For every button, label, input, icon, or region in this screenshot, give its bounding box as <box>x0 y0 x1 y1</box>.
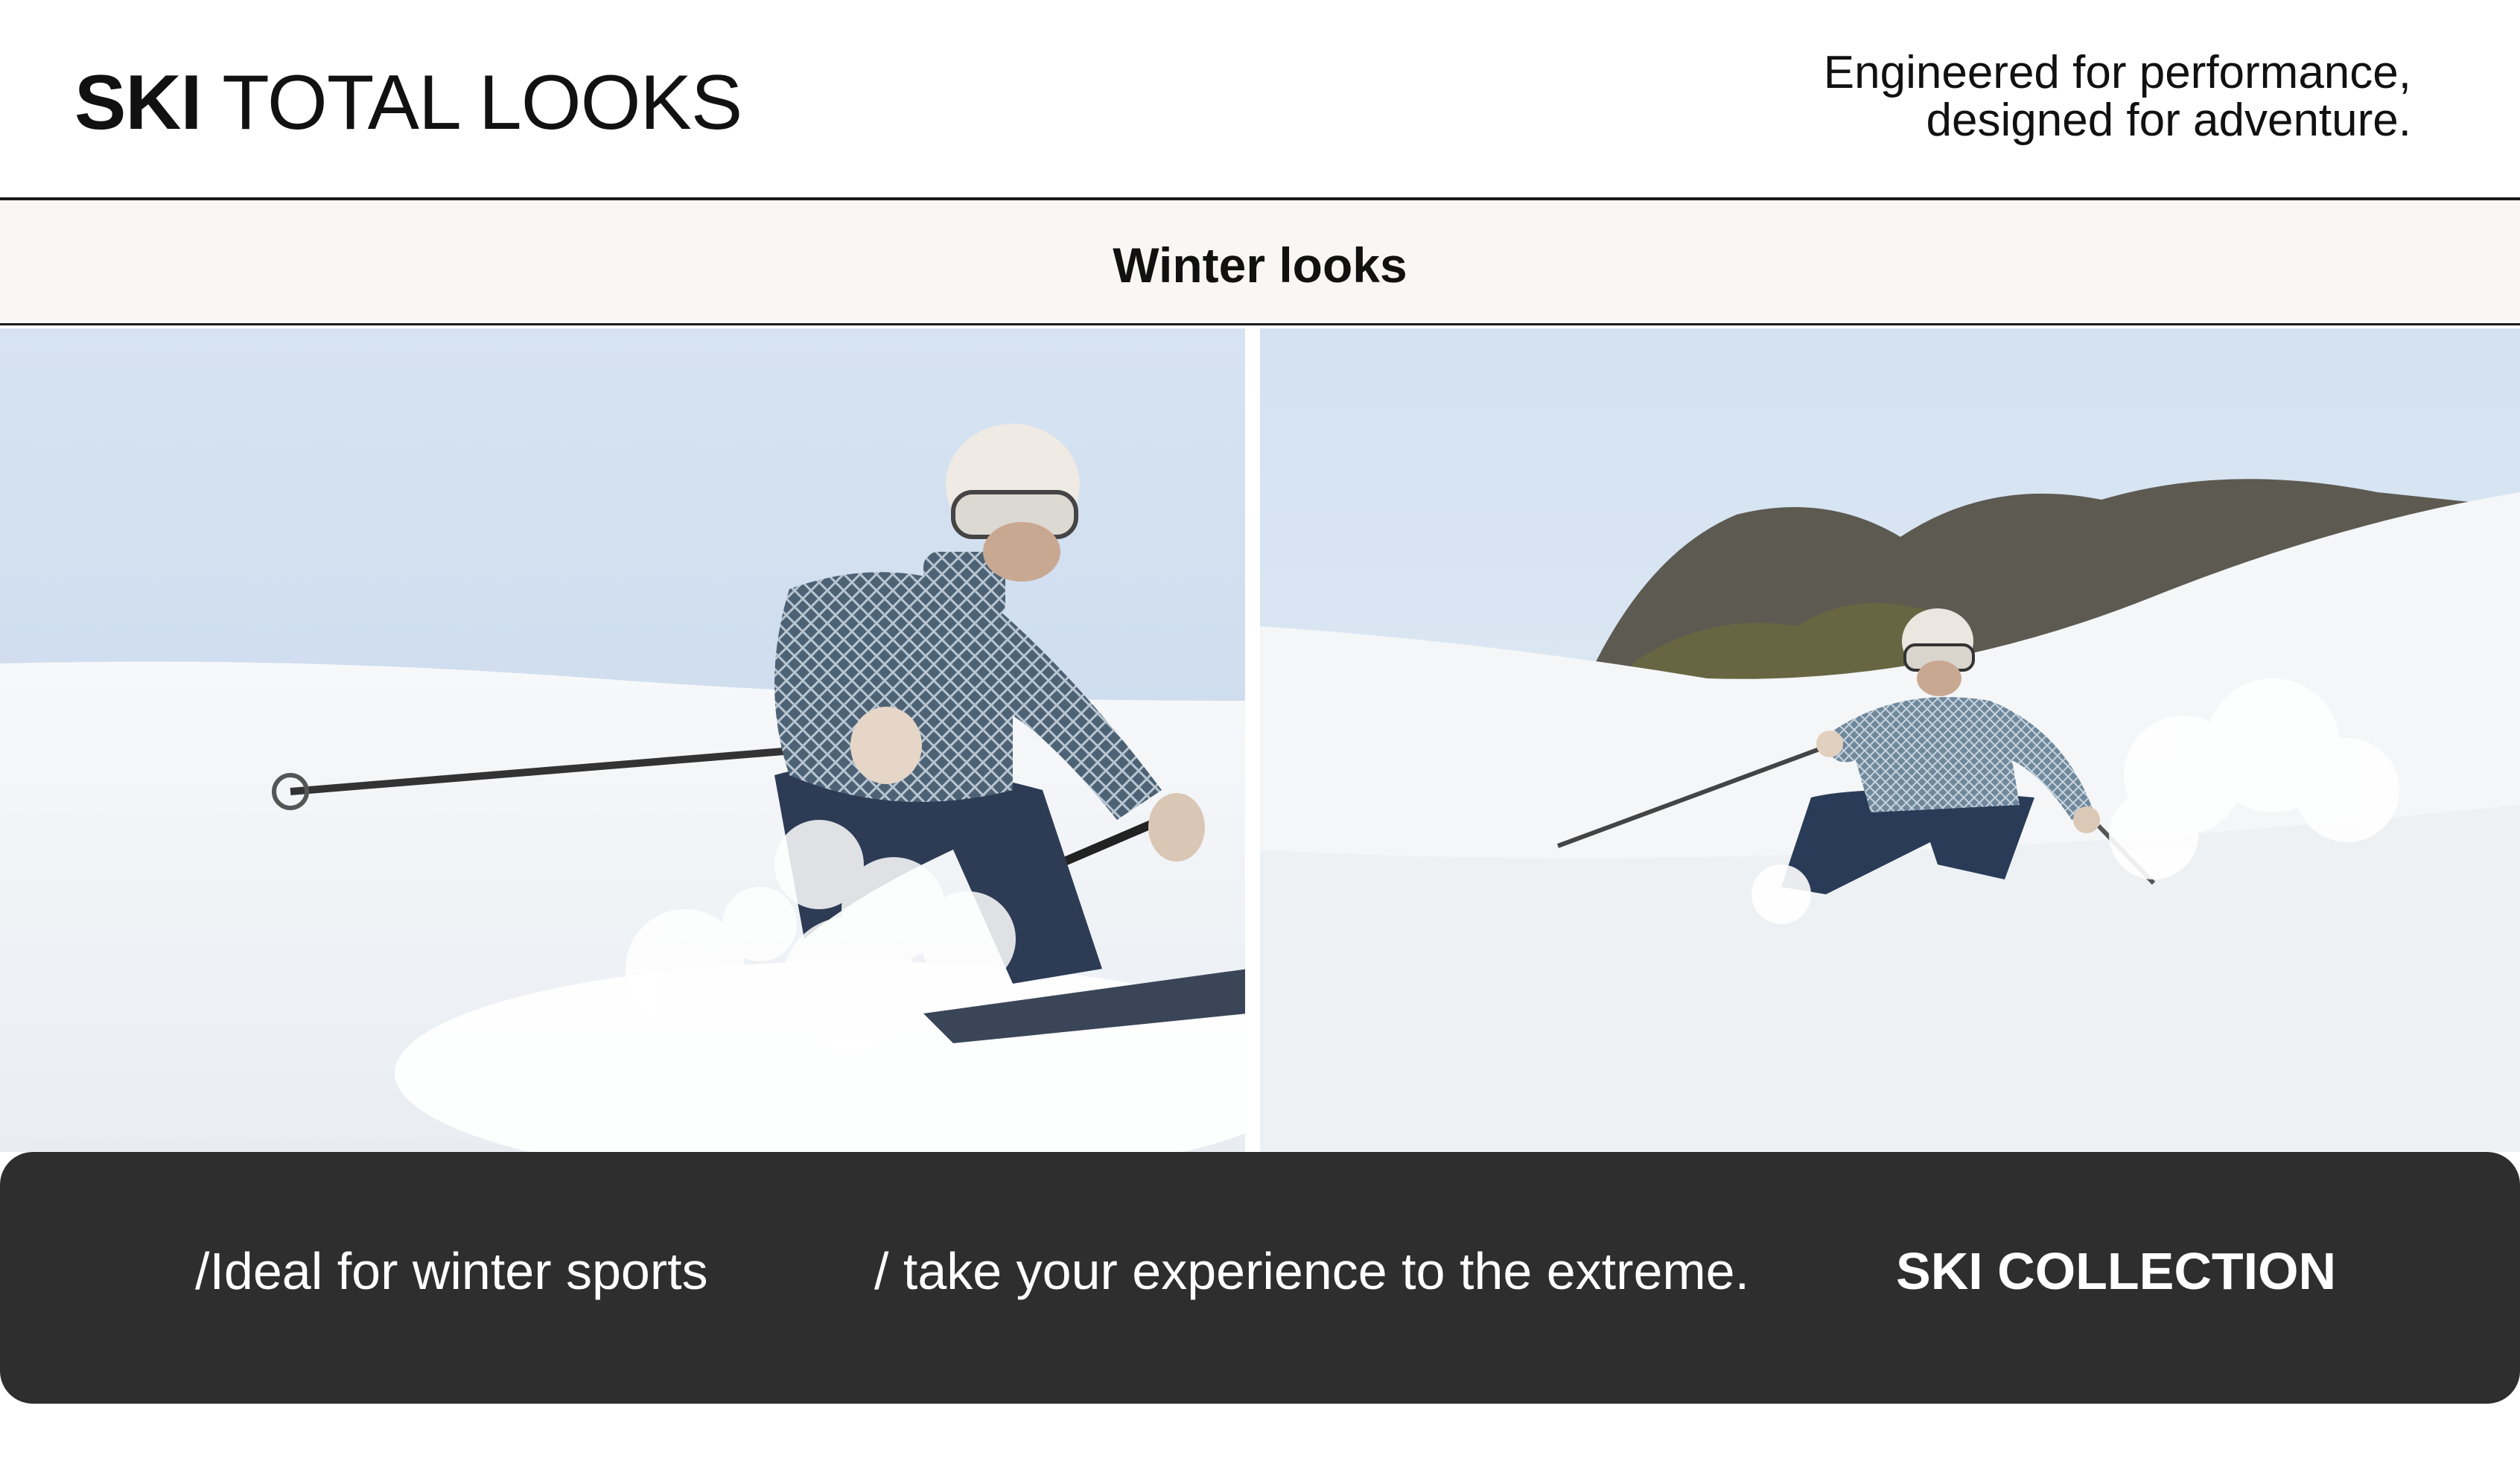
footer-banner: /Ideal for winter sports / take your exp… <box>0 1152 2520 1404</box>
skier-closeup-image[interactable] <box>0 328 1248 1152</box>
page-header: SKI TOTAL LOOKS Engineered for performan… <box>0 0 2520 198</box>
section-bar: Winter looks <box>0 200 2520 323</box>
section-divider <box>0 323 2520 325</box>
page-title: SKI TOTAL LOOKS <box>74 58 742 147</box>
tagline-line-1: Engineered for performance, <box>1823 47 2411 98</box>
skier-slope-illustration <box>1260 328 2520 1152</box>
skier-slope-image[interactable] <box>1260 328 2520 1152</box>
feature-extreme-experience: / take your experience to the extreme. <box>874 1242 1750 1300</box>
page-title-bold: SKI <box>74 60 202 146</box>
feature-ideal-winter-sports: /Ideal for winter sports <box>195 1242 708 1300</box>
page-title-light: TOTAL LOOKS <box>222 60 742 146</box>
ski-collection-link[interactable]: SKI COLLECTION <box>1896 1241 2336 1301</box>
skier-closeup-illustration <box>0 328 1248 1152</box>
section-title: Winter looks <box>1113 238 1407 293</box>
header-tagline: Engineered for performance, designed for… <box>1824 49 2411 144</box>
tagline-line-2: designed for adventure. <box>1926 95 2411 146</box>
